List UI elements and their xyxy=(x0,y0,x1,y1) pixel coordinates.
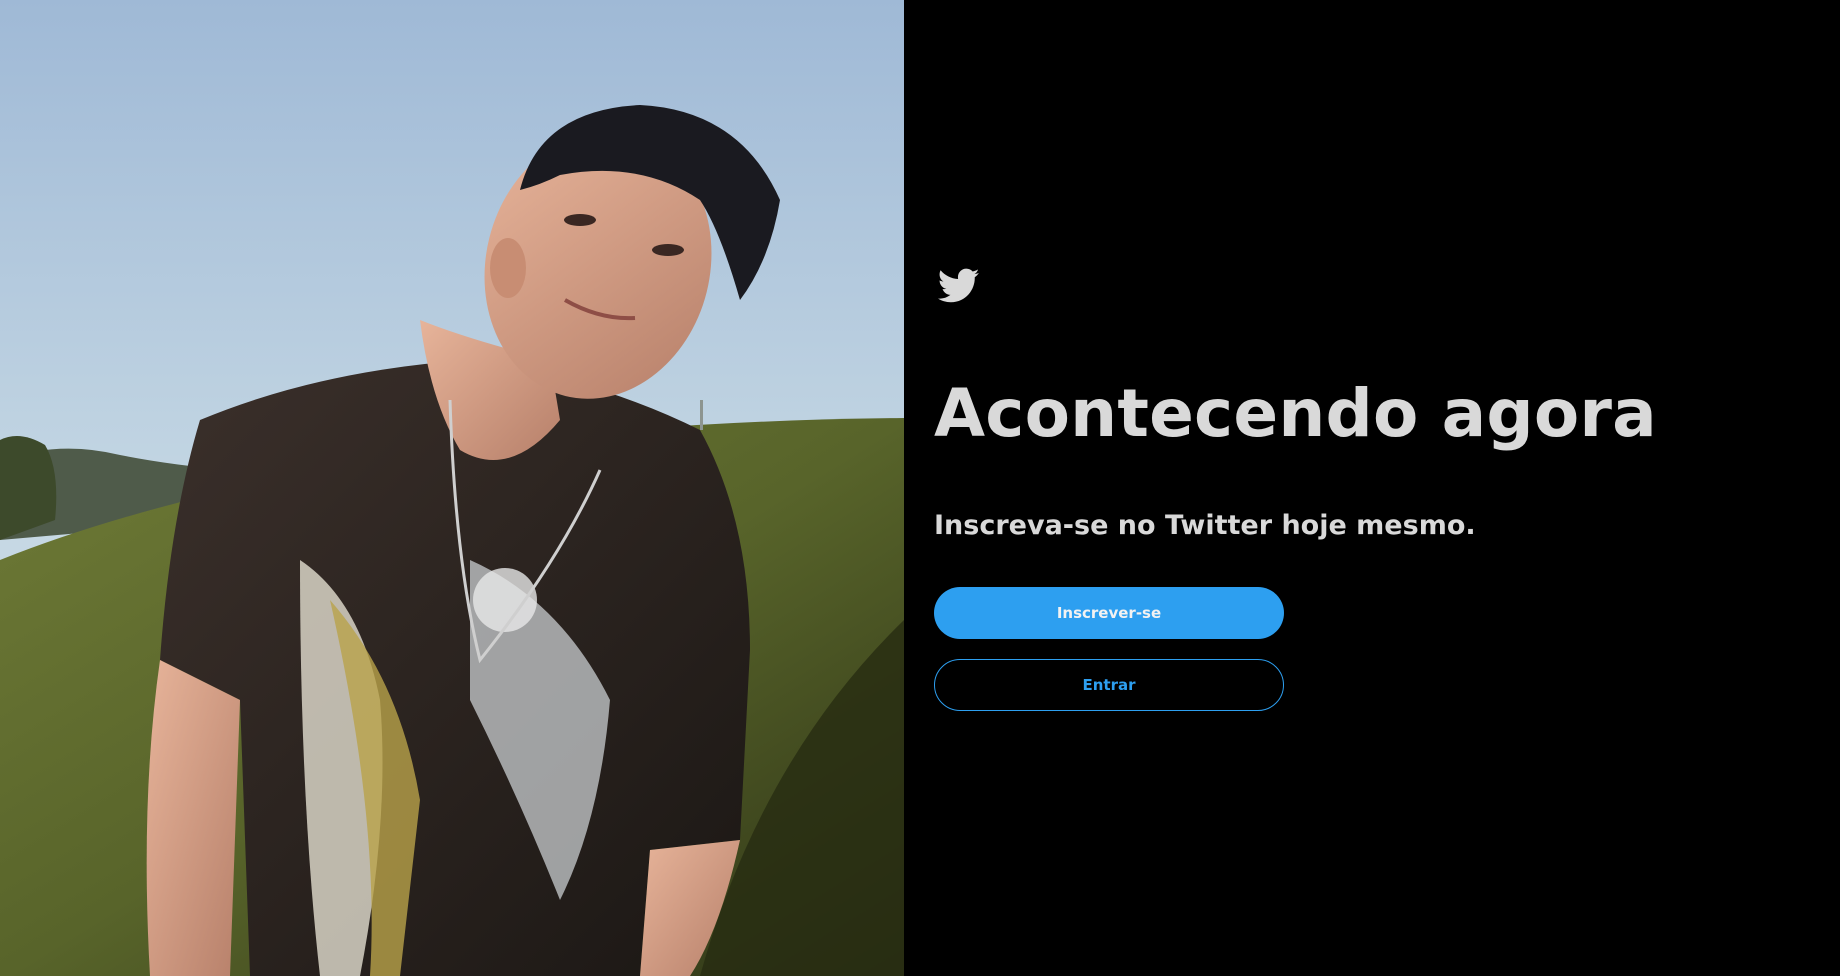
login-button[interactable]: Entrar xyxy=(934,659,1284,711)
twitter-bird-icon xyxy=(938,268,980,304)
signup-button[interactable]: Inscrever-se xyxy=(934,587,1284,639)
page-title: Acontecendo agora xyxy=(934,375,1657,452)
hero-photo-illustration xyxy=(0,0,904,976)
hero-photo xyxy=(0,0,904,976)
page: Acontecendo agora Inscreva-se no Twitter… xyxy=(0,0,1840,976)
signup-panel: Acontecendo agora Inscreva-se no Twitter… xyxy=(904,0,1840,976)
subtitle: Inscreva-se no Twitter hoje mesmo. xyxy=(934,510,1476,541)
